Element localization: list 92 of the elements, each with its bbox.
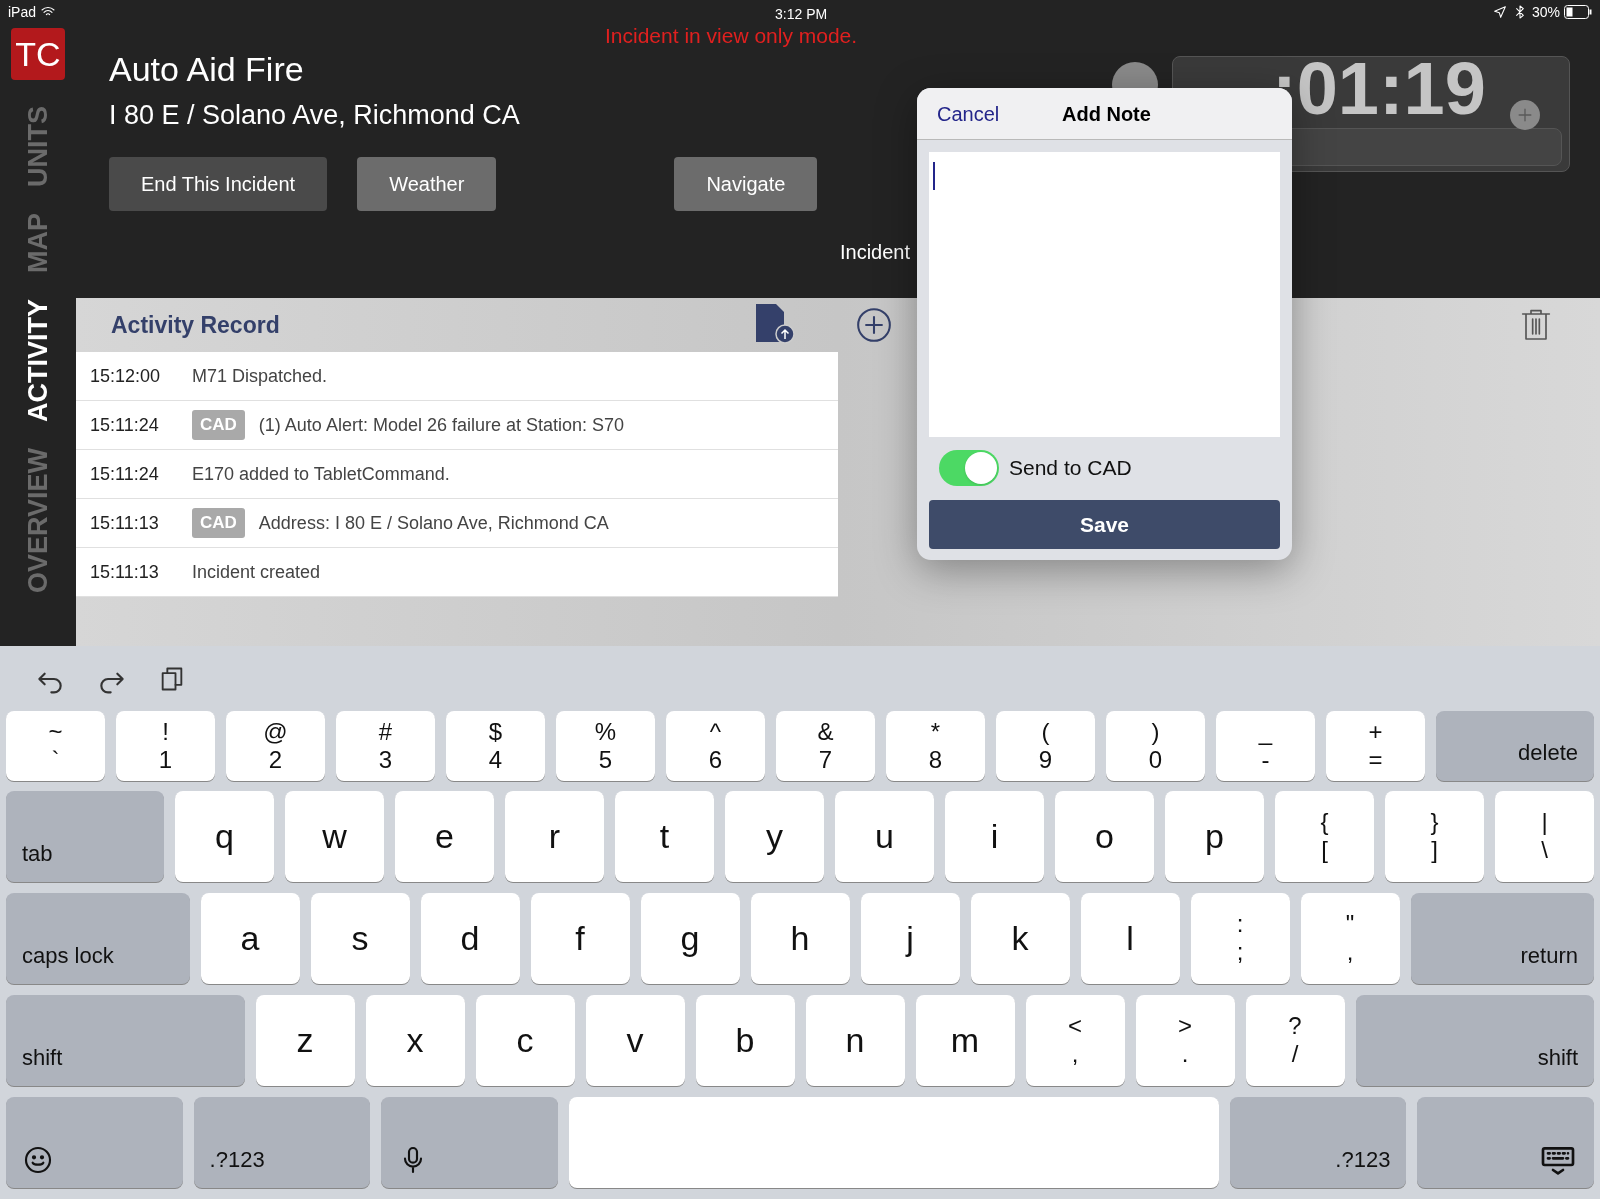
keyboard-key[interactable]: z [255, 994, 355, 1086]
hide-keyboard-key[interactable] [1417, 1096, 1594, 1189]
keyboard-key[interactable]: * 8 [886, 711, 985, 781]
activity-time: 15:11:24 [90, 462, 160, 486]
keyboard-key[interactable]: > . [1135, 994, 1235, 1086]
activity-time: 15:12:00 [90, 364, 162, 388]
keyboard-key[interactable]: l [1080, 892, 1180, 984]
keyboard-key[interactable]: } ] [1385, 790, 1484, 882]
keyboard-key[interactable]: b [695, 994, 795, 1086]
clock: 3:12 PM [775, 5, 828, 24]
keyboard-key[interactable]: w [285, 790, 384, 882]
sidebar-tab[interactable]: ACTIVITY [24, 299, 52, 422]
activity-text: M71 Dispatched. [192, 364, 328, 388]
keyboard-key[interactable]: ) 0 [1106, 711, 1205, 781]
keyboard-key[interactable]: n [805, 994, 905, 1086]
keyboard-key[interactable]: : ; [1190, 892, 1290, 984]
keyboard-key[interactable]: ( 9 [996, 711, 1095, 781]
keyboard-key[interactable]: d [420, 892, 520, 984]
keyboard-key[interactable]: delete [1436, 711, 1594, 781]
keyboard-key[interactable]: ~ ` [6, 711, 105, 781]
activity-time: 15:11:13 [90, 511, 160, 535]
keyboard-key[interactable]: { [ [1275, 790, 1374, 882]
keyboard-key[interactable]: " , [1300, 892, 1400, 984]
keyboard-key[interactable]: < , [1025, 994, 1125, 1086]
keyboard-key[interactable]: s [310, 892, 410, 984]
keyboard-key[interactable]: # 3 [336, 711, 435, 781]
keyboard-key[interactable]: p [1165, 790, 1264, 882]
add-icon[interactable] [855, 306, 893, 344]
popover-title: Add Note [1062, 101, 1151, 127]
keyboard-key[interactable]: + = [1326, 711, 1425, 781]
keyboard-key[interactable]: ^ 6 [666, 711, 765, 781]
keyboard-key[interactable]: ! 1 [116, 711, 215, 781]
battery-icon [1564, 5, 1592, 19]
incident-button[interactable]: Navigate [674, 157, 818, 211]
cancel-button[interactable]: Cancel [937, 98, 1000, 129]
keyboard-key[interactable]: $ 4 [446, 711, 545, 781]
device-name: iPad [8, 2, 37, 22]
keyboard-key[interactable]: x [365, 994, 465, 1086]
notice: Incident in view only mode. [605, 23, 858, 49]
keyboard-key[interactable]: _ - [1216, 711, 1315, 781]
keyboard-key[interactable]: .?123 [193, 1096, 371, 1189]
save-button[interactable]: Save [929, 500, 1280, 549]
section-title: Activity Record [111, 310, 280, 340]
keyboard-key[interactable]: a [200, 892, 300, 984]
keyboard-key[interactable]: i [945, 790, 1044, 882]
note-field[interactable] [929, 152, 1280, 437]
keyboard-key[interactable]: m [915, 994, 1015, 1086]
keyboard-key[interactable]: f [530, 892, 630, 984]
keyboard-key[interactable]: o [1055, 790, 1154, 882]
keyboard-key[interactable]: shift [6, 994, 245, 1086]
keyboard-key[interactable]: & 7 [776, 711, 875, 781]
cad-tag: CAD [192, 508, 245, 538]
keyboard-key[interactable]: e [395, 790, 494, 882]
keyboard-key[interactable]: r [505, 790, 604, 882]
location-arrow-icon [1491, 4, 1508, 20]
incident-button[interactable]: End This Incident [109, 157, 328, 211]
keyboard-key[interactable]: .?123 [1229, 1096, 1407, 1189]
battery-percent: 30% [1531, 2, 1560, 22]
activity-text: E170 added to TabletCommand. [192, 462, 450, 486]
keyboard-key[interactable]: g [640, 892, 740, 984]
timer: :01:19 [1272, 52, 1486, 126]
app-logo: TC [11, 28, 65, 80]
cad-tag: CAD [192, 410, 245, 440]
keyboard-key[interactable]: j [860, 892, 960, 984]
send-to-cad-toggle[interactable] [939, 450, 999, 486]
keyboard-key[interactable]: | \ [1495, 790, 1594, 882]
keyboard-key[interactable]: q [175, 790, 274, 882]
activity-time: 15:11:13 [90, 560, 160, 584]
keyboard-key[interactable]: c [475, 994, 575, 1086]
keyboard-key[interactable]: % 5 [556, 711, 655, 781]
keyboard-key[interactable]: k [970, 892, 1070, 984]
keyboard-key[interactable]: y [725, 790, 824, 882]
export-document-icon[interactable] [756, 304, 796, 344]
activity-text: Incident created [192, 560, 321, 584]
keyboard-key[interactable]: caps lock [6, 892, 190, 984]
incident-button[interactable]: Weather [357, 157, 497, 211]
keyboard-key[interactable]: u [835, 790, 934, 882]
keyboard-key[interactable]: shift [1355, 994, 1594, 1086]
keyboard-key[interactable]: v [585, 994, 685, 1086]
keyboard-key[interactable]: return [1410, 892, 1594, 984]
keyboard-key[interactable]: t [615, 790, 714, 882]
activity-time: 15:11:24 [90, 413, 160, 437]
keyboard-key[interactable]: tab [6, 790, 164, 882]
keyboard-key[interactable]: @ 2 [226, 711, 325, 781]
keyboard-key[interactable]: ? / [1245, 994, 1345, 1086]
activity-text: Address: I 80 E / Solano Ave, Richmond CA [258, 511, 609, 535]
keyboard-key[interactable]: h [750, 892, 850, 984]
toggle-label: Send to CAD [1009, 455, 1132, 482]
activity-text: (1) Auto Alert: Model 26 failure at Station: S70 [258, 413, 625, 437]
incident-title: Auto Aid Fire [109, 49, 304, 90]
incident-address: I 80 E / Solano Ave, Richmond CA [109, 98, 520, 132]
incident-label: Incident [840, 240, 911, 265]
